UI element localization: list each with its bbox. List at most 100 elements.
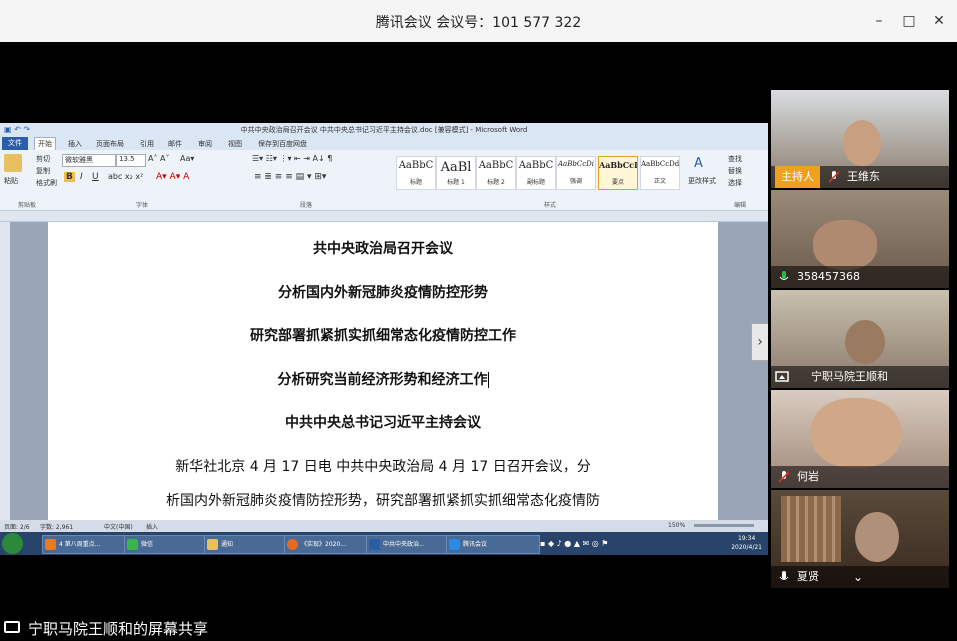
- taskbar-item-1[interactable]: 4 第八周重点...: [42, 535, 134, 554]
- participant-name: 王维东: [847, 170, 880, 183]
- screen-share-icon: [775, 371, 789, 382]
- avatar: [811, 398, 901, 468]
- style-strong[interactable]: AaBbCcD 要点: [598, 156, 638, 190]
- tray-icons[interactable]: ▪ ◆ ♪ ● ▲ ✉ ◎ ⚑: [540, 539, 608, 548]
- font-color-icon[interactable]: A▾ A▾ A: [156, 172, 189, 182]
- language[interactable]: 中文(中国): [104, 522, 133, 531]
- strike-sub-sup-icons[interactable]: abc x₂ x²: [108, 172, 143, 181]
- grow-font-icon[interactable]: A˄ A˅: [148, 154, 170, 163]
- participant-name: 何岩: [797, 470, 819, 483]
- screen-share-icon: [4, 621, 20, 633]
- tab-view[interactable]: 视图: [228, 139, 242, 149]
- select-button[interactable]: 选择: [728, 178, 742, 188]
- participant-bar: 何岩: [771, 466, 949, 488]
- ribbon: 粘贴 剪切 复制 格式刷 剪贴板 微软雅黑 13.5 A˄ A˅ Aa▾ B I…: [0, 150, 768, 211]
- mic-icon[interactable]: [779, 571, 789, 583]
- tab-mailings[interactable]: 邮件: [168, 139, 182, 149]
- participant-tile-host[interactable]: 主持人 王维东: [771, 90, 949, 188]
- taskbar-item-tencent-meeting[interactable]: 腾讯会议: [446, 535, 540, 554]
- cut-button[interactable]: 剪切: [36, 154, 50, 164]
- host-badge: 主持人: [775, 166, 820, 188]
- tab-insert[interactable]: 插入: [68, 139, 82, 149]
- tab-file[interactable]: 文件: [2, 137, 28, 150]
- tab-references[interactable]: 引用: [140, 139, 154, 149]
- style-heading2[interactable]: AaBbC 标题 2: [476, 156, 516, 190]
- mic-muted-icon[interactable]: [779, 471, 789, 483]
- font-name-select[interactable]: 微软雅黑: [62, 154, 116, 167]
- tab-baidu[interactable]: 保存到百度网盘: [258, 139, 307, 149]
- underline-button[interactable]: U: [92, 172, 99, 182]
- taskbar-item-firefox[interactable]: 《实现》2020...: [284, 535, 378, 554]
- document-area: 共中央政治局召开会议 分析国内外新冠肺炎疫情防控形势 研究部署抓紧抓实抓细常态化…: [0, 222, 768, 520]
- bookshelf: [781, 496, 841, 562]
- doc-heading-5: 中共中央总书记习近平主持会议: [285, 415, 481, 431]
- mic-muted-icon[interactable]: [829, 171, 839, 183]
- group-clipboard-label: 剪贴板: [18, 202, 37, 209]
- word-titlebar: ▣ ↶ ↷ 中共中央政治局召开会议 中共中央总书记习近平主持会议.doc [兼容…: [0, 123, 768, 137]
- bold-button[interactable]: B: [64, 172, 75, 182]
- share-label: 宁职马院王顺和的屏幕共享: [28, 620, 209, 638]
- group-editing-label: 编辑: [734, 202, 747, 209]
- doc-heading-1: 共中央政治局召开会议: [313, 241, 453, 257]
- avatar: [813, 220, 877, 270]
- find-button[interactable]: 查找: [728, 154, 742, 164]
- group-paragraph-label: 段落: [300, 202, 313, 209]
- style-subtitle[interactable]: AaBbC 副标题: [516, 156, 556, 190]
- doc-heading-2: 分析国内外新冠肺炎疫情防控形势: [278, 285, 488, 301]
- close-button[interactable]: ✕: [928, 10, 950, 32]
- taskbar-item-word[interactable]: 中共中央政治...: [366, 535, 458, 554]
- style-emphasis[interactable]: AaBbCcDi 强调: [556, 156, 596, 190]
- word-title: 中共中央政治局召开会议 中共中央总书记习近平主持会议.doc [兼容模式] - …: [240, 126, 528, 134]
- window-titlebar: 腾讯会议 会议号：101 577 322 – □ ✕: [0, 0, 957, 42]
- tab-home[interactable]: 开始: [34, 137, 56, 150]
- word-count[interactable]: 字数: 2,961: [40, 522, 73, 531]
- start-button[interactable]: [2, 533, 23, 554]
- tab-layout[interactable]: 页面布局: [96, 139, 124, 149]
- maximize-button[interactable]: □: [898, 10, 920, 32]
- page-count[interactable]: 页面: 2/6: [4, 522, 30, 531]
- taskbar-clock[interactable]: 19:34 2020/4/21: [731, 534, 762, 552]
- next-page-arrow-icon[interactable]: ›: [751, 323, 768, 361]
- word-statusbar: 页面: 2/6 字数: 2,961 中文(中国) 插入 150%: [0, 520, 768, 532]
- text-cursor: [487, 372, 489, 388]
- group-font-label: 字体: [136, 202, 149, 209]
- participant-name: 夏贤: [797, 570, 819, 583]
- chevron-down-icon[interactable]: ⌄: [853, 566, 863, 588]
- change-styles-icon[interactable]: A: [694, 156, 703, 171]
- mic-icon[interactable]: [779, 271, 789, 283]
- taskbar-item-folder[interactable]: 通知: [204, 535, 296, 554]
- insert-mode[interactable]: 插入: [146, 522, 158, 531]
- italic-button[interactable]: I: [80, 172, 83, 182]
- style-normal[interactable]: AaBbCcDd 正文: [640, 156, 680, 190]
- change-styles-button[interactable]: 更改样式: [688, 176, 716, 186]
- font-size-select[interactable]: 13.5: [116, 154, 146, 167]
- replace-button[interactable]: 替换: [728, 166, 742, 176]
- avatar: [843, 120, 881, 166]
- paste-button[interactable]: 粘贴: [4, 176, 18, 186]
- list-icons[interactable]: ☰▾ ☷▾ ⋮▾ ⇤ ⇥ A↓ ¶: [252, 154, 332, 163]
- tab-review[interactable]: 审阅: [198, 139, 212, 149]
- format-painter-button[interactable]: 格式刷: [36, 178, 57, 188]
- doc-paragraph-line-2: 析国内外新冠肺炎疫情防控形势，研究部署抓紧抓实抓细常态化疫情防: [166, 493, 600, 509]
- style-heading1[interactable]: AaBl 标题 1: [436, 156, 476, 190]
- taskbar-item-wechat[interactable]: 微信: [124, 535, 216, 554]
- zoom-level[interactable]: 150%: [668, 522, 685, 529]
- participant-tile-4[interactable]: 何岩: [771, 390, 949, 488]
- participant-tile-3[interactable]: 宁职马院王顺和: [771, 290, 949, 388]
- align-icons[interactable]: ≡ ≣ ≡ ≡ ▤ ▾ ⊞▾: [254, 172, 326, 182]
- participant-tile-5[interactable]: 夏贤 ⌄: [771, 490, 949, 588]
- avatar: [845, 320, 885, 364]
- horizontal-ruler[interactable]: [0, 211, 768, 222]
- participant-bar: 358457368: [771, 266, 949, 288]
- vertical-ruler[interactable]: [0, 222, 10, 520]
- style-title[interactable]: AaBbC 标题: [396, 156, 436, 190]
- paste-icon[interactable]: [4, 154, 22, 172]
- copy-button[interactable]: 复制: [36, 166, 50, 176]
- avatar: [855, 512, 899, 562]
- change-case-icon[interactable]: Aa▾: [180, 154, 194, 163]
- zoom-slider[interactable]: [694, 524, 754, 527]
- participant-tile-2[interactable]: 358457368: [771, 190, 949, 288]
- minimize-button[interactable]: –: [868, 10, 890, 32]
- participant-name: 358457368: [797, 270, 860, 283]
- document-page[interactable]: 共中央政治局召开会议 分析国内外新冠肺炎疫情防控形势 研究部署抓紧抓实抓细常态化…: [48, 222, 718, 520]
